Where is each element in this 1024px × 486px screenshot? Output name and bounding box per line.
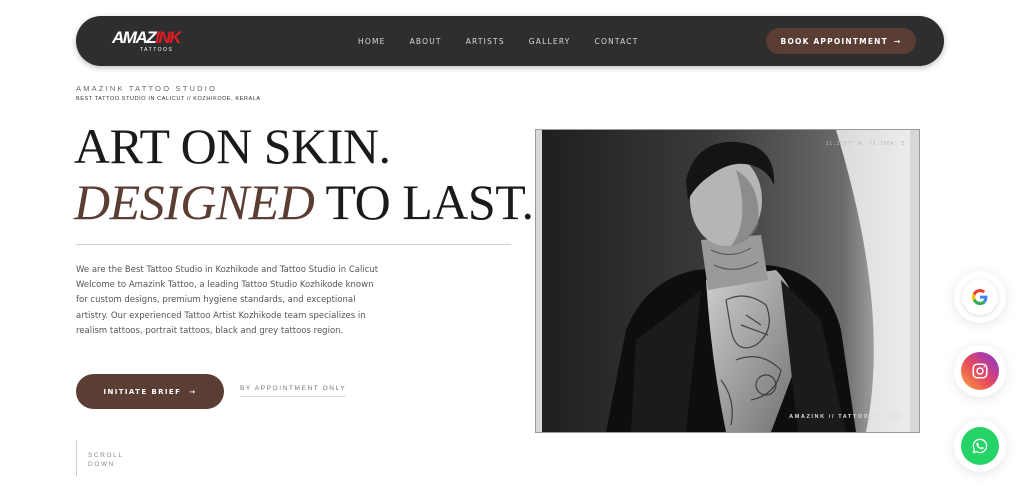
- whatsapp-button[interactable]: [954, 420, 1006, 472]
- nav-link-gallery[interactable]: GALLERY: [529, 37, 571, 46]
- studio-name: AMAZINK TATTOO STUDIO: [76, 84, 218, 93]
- appointment-only-note: BY APPOINTMENT ONLY: [240, 385, 347, 397]
- nav-link-about[interactable]: ABOUT: [410, 37, 442, 46]
- google-review-button[interactable]: [954, 271, 1006, 323]
- scroll-down-label[interactable]: SCROLL DOWN: [88, 451, 128, 469]
- headline-emphasis: DESIGNED: [74, 174, 315, 230]
- image-coordinates: 11.2587° N, 75.7804° E: [825, 141, 905, 147]
- instagram-button[interactable]: [954, 345, 1006, 397]
- nav-link-artists[interactable]: ARTISTS: [466, 37, 505, 46]
- logo-wordmark: AMAZINK: [112, 28, 181, 47]
- navbar: AMAZINK TATTOOS HOME ABOUT ARTISTS GALLE…: [76, 16, 944, 66]
- nav-link-contact[interactable]: CONTACT: [595, 37, 639, 46]
- hero-divider: [76, 244, 511, 245]
- arrow-right-icon: →: [189, 387, 197, 396]
- book-appointment-label: BOOK APPOINTMENT: [780, 36, 888, 46]
- whatsapp-icon: [961, 427, 999, 465]
- tattooed-man-photo: [536, 130, 919, 432]
- scroll-indicator-line: [76, 440, 77, 476]
- headline-line-1: ART ON SKIN.: [74, 118, 391, 174]
- initiate-brief-label: INITIATE BRIEF: [103, 387, 182, 396]
- studio-tagline: BEST TATTOO STUDIO IN CALICUT // KOZHIKO…: [76, 96, 261, 102]
- headline-rest: TO LAST.: [314, 174, 535, 230]
- image-caption: AMAZINK // TATTOO STUDIO: [789, 414, 903, 420]
- hero-image: 11.2587° N, 75.7804° E AMAZINK // TATTOO…: [536, 130, 919, 432]
- instagram-icon: [961, 352, 999, 390]
- google-icon: [962, 279, 998, 315]
- arrow-right-icon: →: [893, 36, 902, 46]
- initiate-brief-button[interactable]: INITIATE BRIEF →: [76, 374, 224, 409]
- logo-subtext: TATTOOS: [140, 47, 174, 53]
- logo[interactable]: AMAZINK TATTOOS: [112, 28, 212, 54]
- book-appointment-button[interactable]: BOOK APPOINTMENT →: [766, 28, 916, 54]
- nav-links: HOME ABOUT ARTISTS GALLERY CONTACT: [358, 16, 663, 66]
- hero-intro-text: We are the Best Tattoo Studio in Kozhiko…: [76, 265, 379, 336]
- hero-headline: ART ON SKIN. DESIGNED TO LAST.: [74, 118, 534, 230]
- nav-link-home[interactable]: HOME: [358, 37, 386, 46]
